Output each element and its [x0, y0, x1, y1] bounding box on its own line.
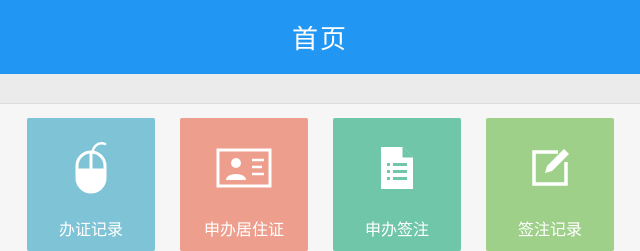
mouse-icon: [63, 140, 119, 196]
tile-certificate-records[interactable]: 办证记录: [27, 118, 155, 251]
page-title: 首页: [291, 24, 348, 55]
document-icon: [369, 140, 425, 196]
header-divider-band: [0, 74, 640, 104]
tile-apply-residence-permit[interactable]: 申办居住证: [180, 118, 308, 251]
tile-apply-endorsement[interactable]: 申办签注: [333, 118, 461, 251]
tile-label: 签注记录: [517, 220, 582, 239]
tile-label: 申办签注: [364, 220, 429, 239]
edit-icon: [522, 140, 578, 196]
id-card-icon: [216, 140, 272, 196]
app-header: 首页: [0, 0, 640, 74]
tile-label: 办证记录: [58, 220, 123, 239]
tile-endorsement-records[interactable]: 签注记录: [486, 118, 614, 251]
service-tile-grid: 办证记录 申办居住证 申办签注 签注记录: [0, 104, 640, 251]
tile-label: 申办居住证: [203, 220, 284, 239]
